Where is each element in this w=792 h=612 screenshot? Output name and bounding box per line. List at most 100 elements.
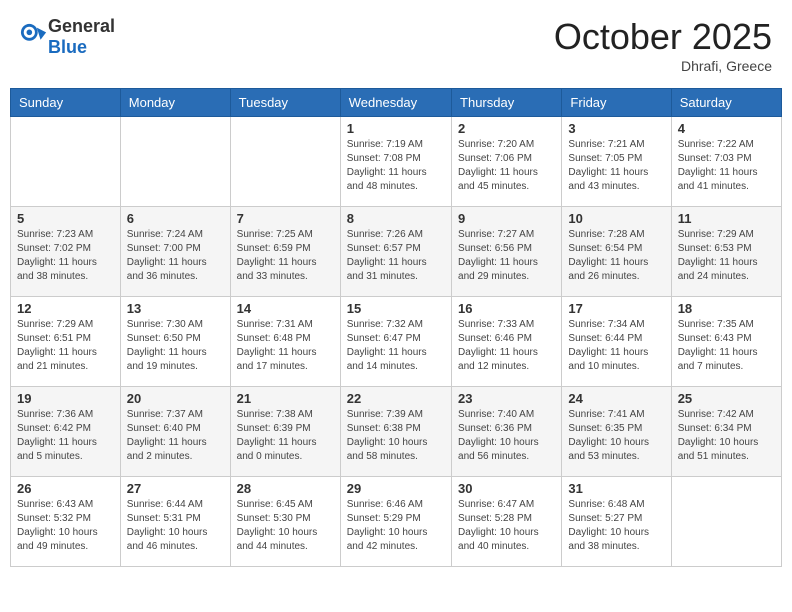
- calendar-cell: 30Sunrise: 6:47 AM Sunset: 5:28 PM Dayli…: [452, 477, 562, 567]
- day-info: Sunrise: 7:37 AM Sunset: 6:40 PM Dayligh…: [127, 408, 224, 464]
- day-number: 22: [347, 391, 445, 406]
- calendar-cell: 2Sunrise: 7:20 AM Sunset: 7:06 PM Daylig…: [452, 117, 562, 207]
- day-info: Sunrise: 6:46 AM Sunset: 5:29 PM Dayligh…: [347, 498, 445, 554]
- calendar-cell: 16 Sunrise: 7:33 AM Sunset: 6:46 PM Dayli…: [452, 297, 562, 387]
- calendar-cell: 1Sunrise: 7:19 AM Sunset: 7:08 PM Daylig…: [340, 117, 451, 207]
- day-info: Sunrise: 6:44 AM Sunset: 5:31 PM Dayligh…: [127, 498, 224, 554]
- day-number: 9: [458, 211, 555, 226]
- title-block: October 2025 Dhrafi, Greece: [554, 16, 772, 74]
- day-number: 23: [458, 391, 555, 406]
- day-info: Sunrise: 7:39 AM Sunset: 6:38 PM Dayligh…: [347, 408, 445, 464]
- day-info: Sunrise: 7:23 AM Sunset: 7:02 PM Dayligh…: [17, 228, 114, 284]
- day-number: 4: [678, 121, 775, 136]
- day-number: 26: [17, 481, 114, 496]
- week-row-1: 1Sunrise: 7:19 AM Sunset: 7:08 PM Daylig…: [11, 117, 782, 207]
- day-number: 21: [237, 391, 334, 406]
- calendar-cell: 25 Sunrise: 7:42 AM Sunset: 6:34 PM Dayli…: [671, 387, 781, 477]
- calendar-table: SundayMondayTuesdayWednesdayThursdayFrid…: [10, 88, 782, 567]
- calendar-cell: 7 Sunrise: 7:25 AM Sunset: 6:59 PM Daylig…: [230, 207, 340, 297]
- calendar-cell: 28Sunrise: 6:45 AM Sunset: 5:30 PM Dayli…: [230, 477, 340, 567]
- calendar-cell: 17 Sunrise: 7:34 AM Sunset: 6:44 PM Dayli…: [562, 297, 671, 387]
- day-number: 25: [678, 391, 775, 406]
- calendar-cell: 15 Sunrise: 7:32 AM Sunset: 6:47 PM Dayli…: [340, 297, 451, 387]
- day-info: Sunrise: 7:24 AM Sunset: 7:00 PM Dayligh…: [127, 228, 224, 284]
- day-info: Sunrise: 7:41 AM Sunset: 6:35 PM Dayligh…: [568, 408, 664, 464]
- day-info: Sunrise: 7:21 AM Sunset: 7:05 PM Dayligh…: [568, 138, 664, 194]
- day-number: 18: [678, 301, 775, 316]
- day-number: 17: [568, 301, 664, 316]
- day-info: Sunrise: 6:43 AM Sunset: 5:32 PM Dayligh…: [17, 498, 114, 554]
- calendar-cell: 26 Sunrise: 6:43 AM Sunset: 5:32 PM Dayli…: [11, 477, 121, 567]
- day-info: Sunrise: 7:33 AM Sunset: 6:46 PM Dayligh…: [458, 318, 555, 374]
- day-info: Sunrise: 7:40 AM Sunset: 6:36 PM Dayligh…: [458, 408, 555, 464]
- day-number: 29: [347, 481, 445, 496]
- day-info: Sunrise: 7:42 AM Sunset: 6:34 PM Dayligh…: [678, 408, 775, 464]
- calendar-cell: 13 Sunrise: 7:30 AM Sunset: 6:50 PM Dayli…: [120, 297, 230, 387]
- logo-blue-text: Blue: [48, 37, 87, 57]
- day-number: 1: [347, 121, 445, 136]
- week-row-5: 26 Sunrise: 6:43 AM Sunset: 5:32 PM Dayli…: [11, 477, 782, 567]
- day-header-wednesday: Wednesday: [340, 89, 451, 117]
- day-number: 27: [127, 481, 224, 496]
- day-header-sunday: Sunday: [11, 89, 121, 117]
- day-info: Sunrise: 7:31 AM Sunset: 6:48 PM Dayligh…: [237, 318, 334, 374]
- day-info: Sunrise: 6:48 AM Sunset: 5:27 PM Dayligh…: [568, 498, 664, 554]
- calendar-cell: 23 Sunrise: 7:40 AM Sunset: 6:36 PM Dayli…: [452, 387, 562, 477]
- day-info: Sunrise: 7:30 AM Sunset: 6:50 PM Dayligh…: [127, 318, 224, 374]
- day-info: Sunrise: 7:32 AM Sunset: 6:47 PM Dayligh…: [347, 318, 445, 374]
- day-number: 19: [17, 391, 114, 406]
- month-title: October 2025: [554, 16, 772, 58]
- calendar-cell: 27 Sunrise: 6:44 AM Sunset: 5:31 PM Dayli…: [120, 477, 230, 567]
- day-number: 2: [458, 121, 555, 136]
- calendar-cell: 9 Sunrise: 7:27 AM Sunset: 6:56 PM Daylig…: [452, 207, 562, 297]
- day-info: Sunrise: 7:28 AM Sunset: 6:54 PM Dayligh…: [568, 228, 664, 284]
- logo-general-text: General: [48, 16, 115, 36]
- day-info: Sunrise: 7:35 AM Sunset: 6:43 PM Dayligh…: [678, 318, 775, 374]
- day-info: Sunrise: 7:29 AM Sunset: 6:51 PM Dayligh…: [17, 318, 114, 374]
- day-number: 15: [347, 301, 445, 316]
- day-number: 13: [127, 301, 224, 316]
- calendar-cell: 4Sunrise: 7:22 AM Sunset: 7:03 PM Daylig…: [671, 117, 781, 207]
- calendar-cell: 3 Sunrise: 7:21 AM Sunset: 7:05 PM Daylig…: [562, 117, 671, 207]
- calendar-cell: 8Sunrise: 7:26 AM Sunset: 6:57 PM Daylig…: [340, 207, 451, 297]
- calendar-cell: 29 Sunrise: 6:46 AM Sunset: 5:29 PM Dayli…: [340, 477, 451, 567]
- day-info: Sunrise: 7:38 AM Sunset: 6:39 PM Dayligh…: [237, 408, 334, 464]
- day-info: Sunrise: 7:27 AM Sunset: 6:56 PM Dayligh…: [458, 228, 555, 284]
- calendar-cell: [120, 117, 230, 207]
- day-info: Sunrise: 7:34 AM Sunset: 6:44 PM Dayligh…: [568, 318, 664, 374]
- logo: General Blue: [20, 16, 115, 58]
- calendar-cell: 22 Sunrise: 7:39 AM Sunset: 6:38 PM Dayli…: [340, 387, 451, 477]
- day-number: 28: [237, 481, 334, 496]
- day-number: 20: [127, 391, 224, 406]
- day-header-thursday: Thursday: [452, 89, 562, 117]
- calendar-cell: [671, 477, 781, 567]
- week-row-4: 19Sunrise: 7:36 AM Sunset: 6:42 PM Dayli…: [11, 387, 782, 477]
- day-number: 11: [678, 211, 775, 226]
- day-number: 14: [237, 301, 334, 316]
- calendar-cell: 14 Sunrise: 7:31 AM Sunset: 6:48 PM Dayli…: [230, 297, 340, 387]
- calendar-cell: 19Sunrise: 7:36 AM Sunset: 6:42 PM Dayli…: [11, 387, 121, 477]
- day-header-friday: Friday: [562, 89, 671, 117]
- day-number: 24: [568, 391, 664, 406]
- day-number: 8: [347, 211, 445, 226]
- calendar-cell: 12 Sunrise: 7:29 AM Sunset: 6:51 PM Dayli…: [11, 297, 121, 387]
- day-number: 30: [458, 481, 555, 496]
- day-header-saturday: Saturday: [671, 89, 781, 117]
- day-header-monday: Monday: [120, 89, 230, 117]
- calendar-cell: [230, 117, 340, 207]
- calendar-cell: 6Sunrise: 7:24 AM Sunset: 7:00 PM Daylig…: [120, 207, 230, 297]
- page-header: General Blue October 2025 Dhrafi, Greece: [10, 10, 782, 80]
- week-row-2: 5 Sunrise: 7:23 AM Sunset: 7:02 PM Daylig…: [11, 207, 782, 297]
- day-info: Sunrise: 7:25 AM Sunset: 6:59 PM Dayligh…: [237, 228, 334, 284]
- calendar-cell: 20 Sunrise: 7:37 AM Sunset: 6:40 PM Dayli…: [120, 387, 230, 477]
- day-number: 5: [17, 211, 114, 226]
- day-number: 10: [568, 211, 664, 226]
- location-subtitle: Dhrafi, Greece: [554, 58, 772, 74]
- logo-icon: [20, 23, 48, 51]
- calendar-cell: 31Sunrise: 6:48 AM Sunset: 5:27 PM Dayli…: [562, 477, 671, 567]
- day-number: 7: [237, 211, 334, 226]
- day-info: Sunrise: 7:29 AM Sunset: 6:53 PM Dayligh…: [678, 228, 775, 284]
- day-number: 12: [17, 301, 114, 316]
- day-number: 3: [568, 121, 664, 136]
- day-number: 16: [458, 301, 555, 316]
